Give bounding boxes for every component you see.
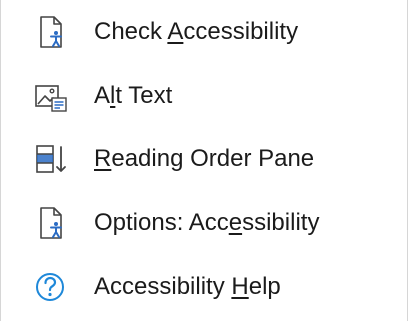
reading-order-pane-icon bbox=[36, 145, 66, 173]
menu-item-options-accessibility[interactable]: Options: Accessibility bbox=[1, 191, 407, 255]
check-accessibility-icon bbox=[40, 16, 62, 48]
menu-item-label: Accessibility Help bbox=[94, 273, 281, 300]
help-icon bbox=[36, 273, 64, 301]
access-key: H bbox=[231, 273, 249, 300]
menu-item-label: Reading Order Pane bbox=[94, 145, 315, 172]
menu-item-reading-order-pane[interactable]: Reading Order Pane bbox=[1, 127, 407, 191]
access-key: A bbox=[167, 18, 184, 45]
menu-item-label: Alt Text bbox=[94, 82, 173, 109]
options-accessibility-icon bbox=[40, 207, 62, 239]
accessibility-menu: Check Accessibility Alt Text Reading Ord… bbox=[0, 0, 408, 321]
alt-text-icon bbox=[35, 85, 67, 112]
menu-item-check-accessibility[interactable]: Check Accessibility bbox=[1, 0, 407, 64]
menu-item-accessibility-help[interactable]: Accessibility Help bbox=[1, 255, 407, 319]
access-key: R bbox=[94, 145, 112, 172]
menu-item-alt-text[interactable]: Alt Text bbox=[1, 64, 407, 128]
menu-item-label: Check Accessibility bbox=[94, 18, 299, 45]
access-key: e bbox=[228, 209, 243, 236]
menu-item-label: Options: Accessibility bbox=[94, 209, 320, 236]
